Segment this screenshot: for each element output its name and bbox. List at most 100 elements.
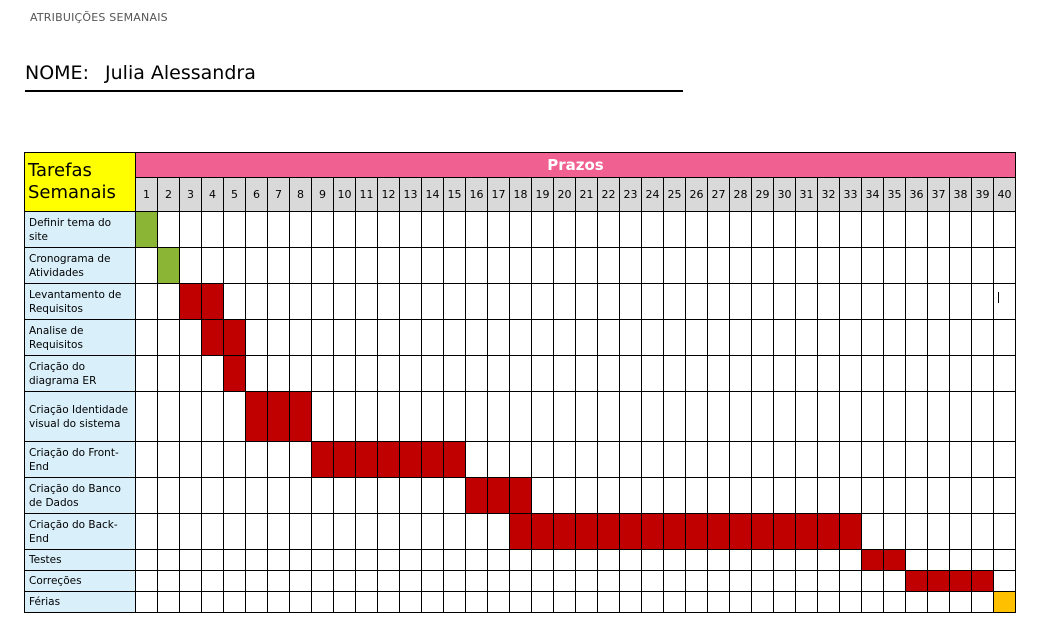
schedule-cell[interactable]	[685, 247, 708, 284]
schedule-cell[interactable]	[663, 549, 686, 571]
schedule-cell[interactable]	[971, 549, 994, 571]
schedule-cell[interactable]	[729, 441, 752, 478]
schedule-cell[interactable]	[355, 591, 378, 613]
schedule-cell[interactable]	[465, 591, 488, 613]
task-name[interactable]: Levantamento de Requisitos	[24, 283, 136, 320]
schedule-cell[interactable]	[751, 391, 774, 442]
schedule-cell[interactable]	[663, 391, 686, 442]
schedule-cell[interactable]	[157, 283, 180, 320]
schedule-cell[interactable]	[333, 247, 356, 284]
schedule-cell[interactable]	[839, 549, 862, 571]
schedule-cell[interactable]	[597, 570, 620, 592]
schedule-cell[interactable]	[509, 391, 532, 442]
schedule-cell[interactable]	[443, 391, 466, 442]
schedule-cell[interactable]	[619, 355, 642, 392]
schedule-cell[interactable]	[289, 319, 312, 356]
schedule-cell[interactable]	[421, 477, 444, 514]
schedule-cell[interactable]	[883, 211, 906, 248]
schedule-cell[interactable]	[377, 247, 400, 284]
task-name[interactable]: Criação Identidade visual do sistema	[24, 391, 136, 442]
name-field[interactable]: NOME: Julia Alessandra	[25, 62, 683, 92]
schedule-cell[interactable]	[883, 591, 906, 613]
schedule-cell[interactable]	[663, 570, 686, 592]
schedule-cell[interactable]	[773, 591, 796, 613]
schedule-cell[interactable]	[663, 441, 686, 478]
schedule-cell[interactable]	[993, 570, 1016, 592]
schedule-cell[interactable]	[817, 283, 840, 320]
schedule-cell[interactable]	[751, 477, 774, 514]
schedule-cell[interactable]	[201, 211, 224, 248]
schedule-cell[interactable]	[641, 441, 664, 478]
schedule-cell[interactable]	[707, 355, 730, 392]
schedule-cell[interactable]	[993, 391, 1016, 442]
schedule-cell[interactable]	[531, 355, 554, 392]
schedule-cell[interactable]	[531, 477, 554, 514]
schedule-cell[interactable]	[751, 319, 774, 356]
schedule-cell[interactable]	[751, 441, 774, 478]
schedule-cell[interactable]	[223, 391, 246, 442]
schedule-cell[interactable]	[223, 283, 246, 320]
schedule-bar-cell[interactable]	[223, 355, 246, 392]
schedule-cell[interactable]	[575, 549, 598, 571]
schedule-cell[interactable]	[641, 247, 664, 284]
schedule-cell[interactable]	[619, 477, 642, 514]
schedule-cell[interactable]	[399, 591, 422, 613]
schedule-cell[interactable]	[399, 283, 422, 320]
schedule-cell[interactable]	[795, 477, 818, 514]
schedule-cell[interactable]	[619, 283, 642, 320]
schedule-cell[interactable]	[245, 477, 268, 514]
schedule-bar-cell[interactable]	[509, 513, 532, 550]
schedule-cell[interactable]	[377, 591, 400, 613]
schedule-cell[interactable]	[663, 211, 686, 248]
schedule-cell[interactable]	[487, 513, 510, 550]
schedule-cell[interactable]	[861, 513, 884, 550]
task-name[interactable]: Criação do Banco de Dados	[24, 477, 136, 514]
schedule-bar-cell[interactable]	[509, 477, 532, 514]
schedule-cell[interactable]	[267, 283, 290, 320]
schedule-cell[interactable]	[179, 513, 202, 550]
schedule-cell[interactable]	[245, 247, 268, 284]
schedule-cell[interactable]	[883, 283, 906, 320]
schedule-cell[interactable]	[883, 513, 906, 550]
schedule-cell[interactable]	[553, 477, 576, 514]
schedule-bar-cell[interactable]	[311, 441, 334, 478]
schedule-cell[interactable]	[817, 477, 840, 514]
schedule-cell[interactable]	[817, 391, 840, 442]
schedule-bar-cell[interactable]	[245, 391, 268, 442]
schedule-bar-cell[interactable]	[575, 513, 598, 550]
schedule-cell[interactable]	[861, 247, 884, 284]
schedule-cell[interactable]	[707, 391, 730, 442]
schedule-cell[interactable]	[971, 247, 994, 284]
schedule-bar-cell[interactable]	[201, 319, 224, 356]
schedule-cell[interactable]	[421, 283, 444, 320]
schedule-cell[interactable]	[817, 549, 840, 571]
schedule-cell[interactable]	[421, 391, 444, 442]
schedule-cell[interactable]	[443, 477, 466, 514]
schedule-cell[interactable]	[619, 319, 642, 356]
schedule-cell[interactable]	[949, 355, 972, 392]
schedule-cell[interactable]	[333, 477, 356, 514]
schedule-bar-cell[interactable]	[377, 441, 400, 478]
schedule-cell[interactable]	[905, 319, 928, 356]
schedule-cell[interactable]	[267, 211, 290, 248]
schedule-cell[interactable]	[861, 591, 884, 613]
schedule-cell[interactable]	[883, 355, 906, 392]
schedule-cell[interactable]	[619, 591, 642, 613]
schedule-cell[interactable]	[443, 570, 466, 592]
schedule-cell[interactable]	[795, 211, 818, 248]
schedule-cell[interactable]	[487, 211, 510, 248]
schedule-cell[interactable]	[553, 441, 576, 478]
schedule-cell[interactable]	[421, 513, 444, 550]
schedule-bar-cell[interactable]	[773, 513, 796, 550]
schedule-cell[interactable]	[685, 591, 708, 613]
schedule-cell[interactable]	[729, 355, 752, 392]
schedule-bar-cell[interactable]	[949, 570, 972, 592]
schedule-cell[interactable]	[641, 283, 664, 320]
schedule-cell[interactable]	[465, 247, 488, 284]
schedule-cell[interactable]	[443, 549, 466, 571]
schedule-cell[interactable]	[311, 283, 334, 320]
schedule-bar-cell[interactable]	[333, 441, 356, 478]
schedule-cell[interactable]	[949, 391, 972, 442]
schedule-cell[interactable]	[553, 247, 576, 284]
schedule-cell[interactable]	[619, 211, 642, 248]
